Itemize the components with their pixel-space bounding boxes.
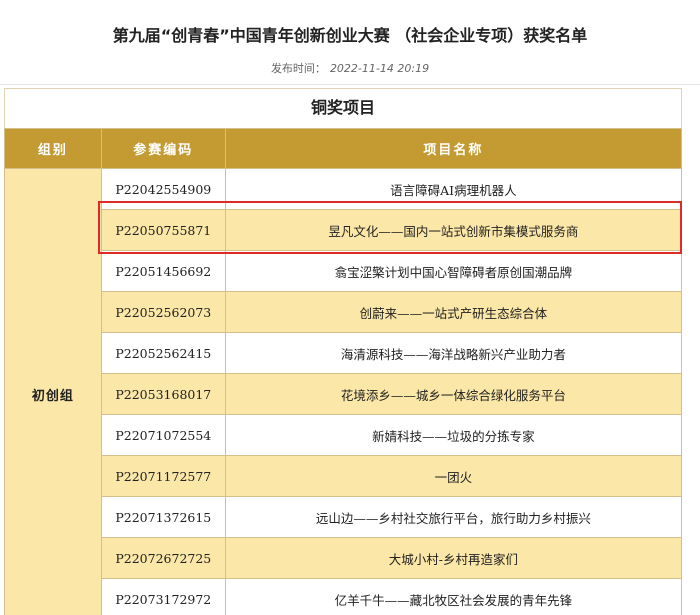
awards-table-section: 铜奖项目 组别 参赛编码 项目名称 初创组 P22042554909 语言障碍A… — [4, 88, 682, 615]
table-row: P22052562415 海清源科技——海洋战略新兴产业助力者 — [5, 332, 682, 374]
code-cell: P22042554909 — [100, 168, 226, 210]
name-cell: 翕宝涩檠计划中国心智障碍者原创国潮品牌 — [224, 250, 682, 292]
name-cell: 花境添乡——城乡一体综合绿化服务平台 — [224, 373, 682, 415]
name-cell: 海清源科技——海洋战略新兴产业助力者 — [224, 332, 682, 374]
name-cell: 创蔚来——一站式产研生态综合体 — [224, 291, 682, 333]
table-row: P22072672725 大城小村-乡村再造家们 — [5, 537, 682, 579]
table-header-row: 组别 参赛编码 项目名称 — [4, 128, 682, 169]
article-title: 第九届“创青春”中国青年创新创业大赛 （社会企业专项）获奖名单 — [112, 26, 588, 45]
code-cell: P22072672725 — [100, 537, 226, 579]
name-cell: 远山边——乡村社交旅行平台，旅行助力乡村振兴 — [224, 496, 682, 538]
table-row: P22071072554 新婧科技——垃圾的分拣专家 — [5, 414, 682, 456]
divider — [0, 84, 700, 85]
table-row: P22051456692 翕宝涩檠计划中国心智障碍者原创国潮品牌 — [5, 250, 682, 292]
table-caption: 铜奖项目 — [4, 88, 682, 128]
table-row: P22050755871 昱凡文化——国内一站式创新市集模式服务商 — [5, 209, 682, 251]
name-cell: 大城小村-乡村再造家们 — [224, 537, 682, 579]
table-row: P22071372615 远山边——乡村社交旅行平台，旅行助力乡村振兴 — [5, 496, 682, 538]
publish-meta: 发布时间： 2022-11-14 20:19 — [0, 60, 700, 76]
header-code: 参赛编码 — [100, 128, 226, 169]
table-row: P22053168017 花境添乡——城乡一体综合绿化服务平台 — [5, 373, 682, 415]
table-row: 初创组 P22042554909 语言障碍AI病理机器人 — [4, 168, 682, 615]
name-cell: 新婧科技——垃圾的分拣专家 — [224, 414, 682, 456]
table-row: P22073172972 亿羊千牛——藏北牧区社会发展的青年先锋 — [5, 578, 682, 615]
table-row: P22071172577 一团火 — [5, 455, 682, 497]
name-cell: 语言障碍AI病理机器人 — [224, 168, 682, 210]
code-cell: P22053168017 — [100, 373, 226, 415]
code-cell: P22052562073 — [100, 291, 226, 333]
header-name: 项目名称 — [224, 128, 682, 169]
code-cell: P22071072554 — [100, 414, 226, 456]
code-cell: P22050755871 — [100, 209, 226, 251]
code-cell: P22073172972 — [100, 578, 226, 615]
awards-table: 组别 参赛编码 项目名称 初创组 P22042554909 语言障碍AI病理机器… — [4, 128, 682, 615]
publish-label: 发布时间： — [270, 62, 326, 75]
name-cell: 亿羊千牛——藏北牧区社会发展的青年先锋 — [224, 578, 682, 615]
code-cell: P22051456692 — [100, 250, 226, 292]
name-cell: 一团火 — [224, 455, 682, 497]
publish-date: 2022-11-14 20:19 — [329, 62, 430, 75]
code-cell: P22071372615 — [100, 496, 226, 538]
name-cell: 昱凡文化——国内一站式创新市集模式服务商 — [224, 209, 682, 251]
group-cell: 初创组 — [4, 168, 102, 615]
table-row: P22052562073 创蔚来——一站式产研生态综合体 — [5, 291, 682, 333]
code-cell: P22052562415 — [100, 332, 226, 374]
code-cell: P22071172577 — [100, 455, 226, 497]
header-group: 组别 — [4, 128, 102, 169]
